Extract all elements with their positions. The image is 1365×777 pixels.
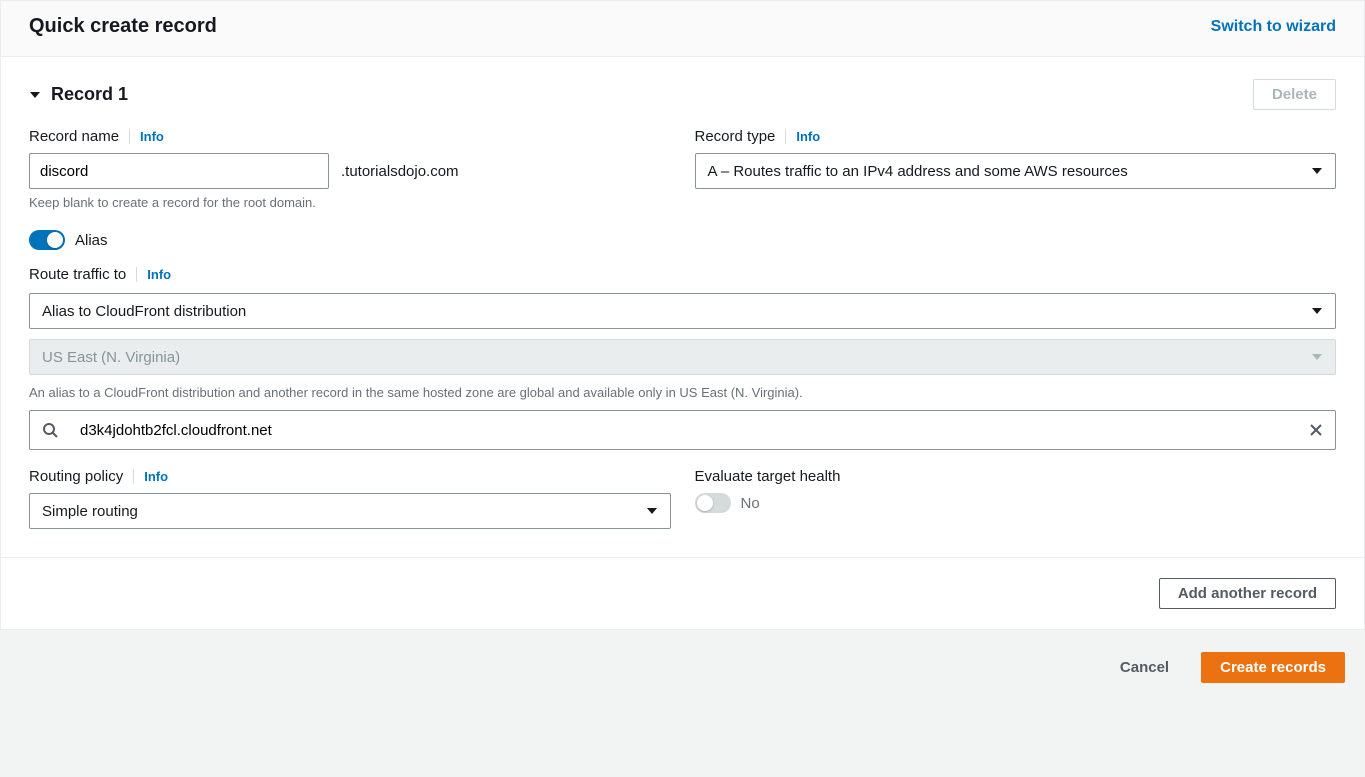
delete-button: Delete: [1253, 79, 1336, 110]
alias-target-input[interactable]: [70, 412, 1295, 448]
record-name-input[interactable]: [29, 153, 329, 189]
domain-suffix: .tutorialsdojo.com: [341, 163, 459, 180]
route-traffic-info-link[interactable]: Info: [136, 267, 171, 282]
alias-toggle[interactable]: [29, 230, 65, 250]
record-type-label: Record type: [695, 128, 776, 145]
record-accordion-header[interactable]: Record 1: [29, 84, 128, 105]
clear-icon[interactable]: [1309, 423, 1323, 437]
route-traffic-label: Route traffic to: [29, 266, 126, 283]
record-name-info-link[interactable]: Info: [129, 129, 164, 144]
evaluate-health-label: Evaluate target health: [695, 468, 841, 485]
alias-target-combobox[interactable]: [29, 410, 1336, 450]
routing-policy-value: Simple routing: [42, 503, 138, 520]
create-records-button[interactable]: Create records: [1201, 652, 1345, 683]
record-type-value: A – Routes traffic to an IPv4 address an…: [708, 163, 1128, 180]
record-type-select[interactable]: A – Routes traffic to an IPv4 address an…: [695, 153, 1337, 189]
routing-policy-label: Routing policy: [29, 468, 123, 485]
alias-region-select: US East (N. Virginia): [29, 339, 1336, 375]
add-another-record-button[interactable]: Add another record: [1159, 578, 1336, 609]
alias-region-help: An alias to a CloudFront distribution an…: [29, 385, 1336, 400]
record-name-label: Record name: [29, 128, 119, 145]
page-title: Quick create record: [29, 15, 217, 38]
alias-endpoint-select[interactable]: Alias to CloudFront distribution: [29, 293, 1336, 329]
search-icon: [42, 422, 58, 438]
record-name-help: Keep blank to create a record for the ro…: [29, 195, 671, 210]
switch-to-wizard-link[interactable]: Switch to wizard: [1211, 18, 1336, 36]
evaluate-health-value: No: [741, 495, 760, 512]
record-type-info-link[interactable]: Info: [785, 129, 820, 144]
caret-down-icon: [646, 505, 658, 517]
alias-region-value: US East (N. Virginia): [42, 349, 180, 366]
cancel-button[interactable]: Cancel: [1102, 652, 1187, 683]
routing-policy-info-link[interactable]: Info: [133, 469, 168, 484]
caret-down-icon: [29, 89, 41, 101]
alias-endpoint-value: Alias to CloudFront distribution: [42, 303, 246, 320]
caret-down-icon: [1311, 165, 1323, 177]
routing-policy-select[interactable]: Simple routing: [29, 493, 671, 529]
record-title: Record 1: [51, 84, 128, 105]
evaluate-health-toggle: [695, 493, 731, 513]
caret-down-icon: [1311, 351, 1323, 363]
caret-down-icon: [1311, 305, 1323, 317]
alias-label: Alias: [75, 232, 108, 249]
